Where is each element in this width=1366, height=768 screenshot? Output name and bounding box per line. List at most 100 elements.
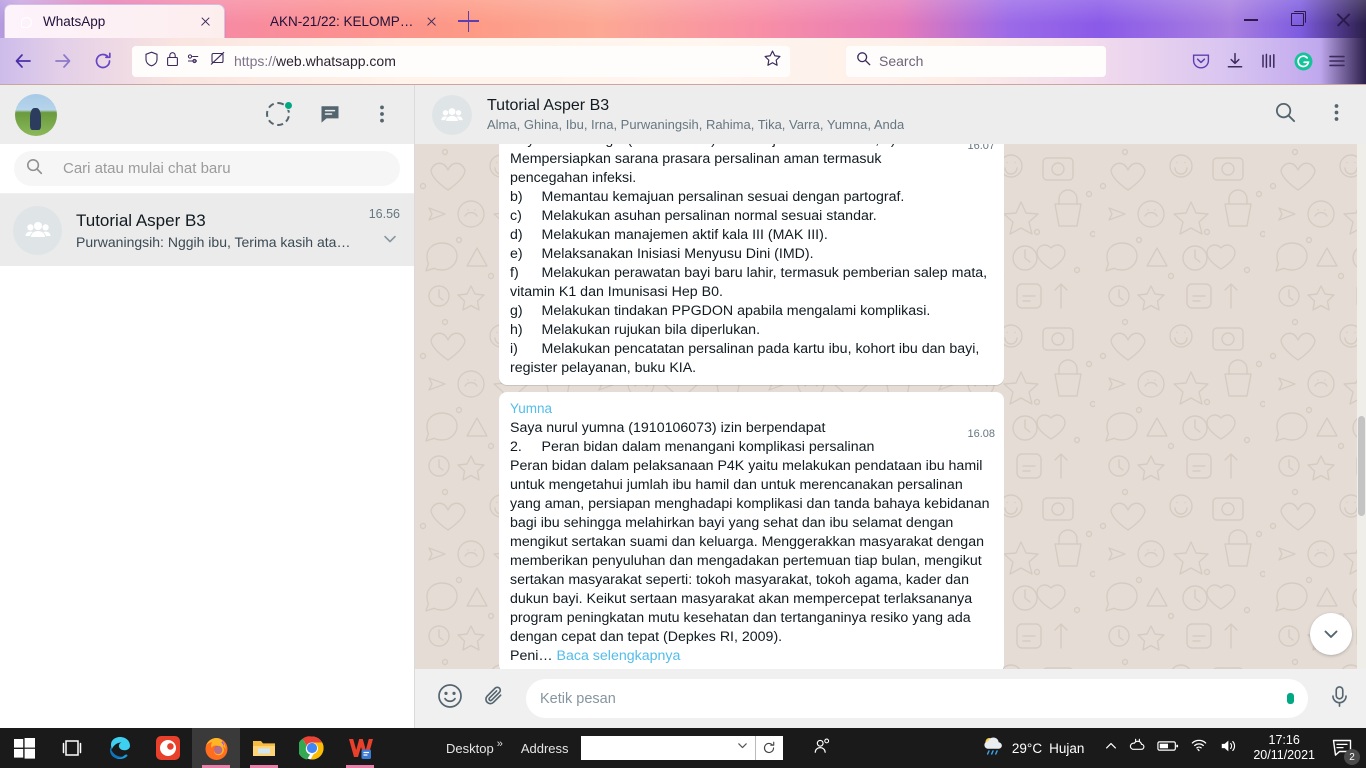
battery-icon[interactable] xyxy=(1157,739,1179,758)
whatsapp-icon xyxy=(17,13,34,30)
onedrive-icon[interactable] xyxy=(1129,737,1146,759)
gom-player-icon[interactable] xyxy=(144,728,192,768)
windows-taskbar: Desktop » Address 29°C Hujan 17:16 20/11… xyxy=(0,728,1366,768)
url-text: https://web.whatsapp.com xyxy=(234,53,396,69)
lock-icon[interactable] xyxy=(166,51,179,72)
grammarly-icon[interactable] xyxy=(1288,46,1318,76)
windows-start-icon[interactable] xyxy=(0,728,48,768)
star-icon[interactable] xyxy=(763,49,782,73)
message-input[interactable]: Ketik pesan xyxy=(526,679,1308,718)
tab-title: AKN-21/22: KELOMPOK B3 xyxy=(270,13,414,29)
clock-date: 20/11/2021 xyxy=(1253,748,1315,762)
search-icon[interactable] xyxy=(1274,101,1297,129)
group-avatar xyxy=(13,205,62,255)
rain-cloud-icon xyxy=(981,734,1005,763)
paperclip-icon[interactable] xyxy=(482,684,507,714)
close-icon[interactable] xyxy=(197,13,214,30)
message-list: 16.07 Saya Purwaningsi (1910106074) izin… xyxy=(415,144,1366,669)
pocket-icon[interactable] xyxy=(1186,46,1216,76)
wifi-icon[interactable] xyxy=(1190,738,1208,758)
kebab-menu-icon[interactable] xyxy=(1325,101,1348,129)
maximize-icon[interactable] xyxy=(1274,0,1320,38)
new-chat-icon[interactable] xyxy=(318,102,344,128)
microsoft-edge-icon[interactable] xyxy=(96,728,144,768)
weather-condition: Hujan xyxy=(1049,740,1085,756)
action-center-icon[interactable]: 2 xyxy=(1326,732,1360,765)
shield-icon[interactable] xyxy=(144,51,159,72)
downloads-icon[interactable] xyxy=(1220,46,1250,76)
chat-preview: Purwaningsih: Nggih ibu, Terima kasih at… xyxy=(76,233,355,250)
status-ring-icon[interactable] xyxy=(266,100,293,128)
desktop-toolbar-label[interactable]: Desktop xyxy=(446,741,494,756)
chevron-down-icon[interactable] xyxy=(736,739,749,757)
message-bubble[interactable]: Yumna 16.08 Saya nurul yumna (1910106073… xyxy=(499,392,1004,669)
conversation-header-actions xyxy=(1274,101,1348,129)
address-bar-input[interactable] xyxy=(580,736,756,760)
new-tab-button[interactable] xyxy=(458,10,480,32)
tracking-protection-off-icon[interactable] xyxy=(209,50,226,72)
message-bubble[interactable]: 16.07 Saya Purwaningsi (1910106074) izin… xyxy=(499,144,1004,385)
message-area: 16.07 Saya Purwaningsi (1910106074) izin… xyxy=(415,144,1366,669)
url-scheme: https:// xyxy=(234,53,277,69)
volume-icon[interactable] xyxy=(1219,738,1237,759)
browser-search-bar[interactable]: Search xyxy=(846,45,1106,77)
wps-office-icon[interactable] xyxy=(336,728,384,768)
conversation-panel: Tutorial Asper B3 Alma, Ghina, Ibu, Irna… xyxy=(415,85,1366,728)
browser-tab-whatsapp[interactable]: WhatsApp xyxy=(4,4,225,38)
group-avatar[interactable] xyxy=(432,94,472,135)
chat-list-item-tutorial-asper-b3[interactable]: Tutorial Asper B3 Purwaningsih: Nggih ib… xyxy=(0,194,414,266)
message-scrollbar[interactable] xyxy=(1357,144,1366,669)
browser-tab-kelompok-b3[interactable]: AKN-21/22: KELOMPOK B3 xyxy=(232,4,450,38)
window-controls xyxy=(1228,0,1366,38)
close-icon[interactable] xyxy=(423,13,440,30)
browser-toolbar-icons xyxy=(1186,46,1352,76)
close-icon[interactable] xyxy=(1320,0,1366,38)
reload-icon[interactable] xyxy=(86,44,120,78)
url-bar[interactable]: https://web.whatsapp.com xyxy=(132,45,790,77)
taskbar-apps xyxy=(0,728,384,768)
kebab-menu-icon[interactable] xyxy=(370,102,396,128)
url-host: web.whatsapp.com xyxy=(276,53,396,69)
browser-title-bar: WhatsApp AKN-21/22: KELOMPOK B3 xyxy=(0,0,1366,38)
conversation-header: Tutorial Asper B3 Alma, Ghina, Ibu, Irna… xyxy=(415,85,1366,144)
address-toolbar-label: Address xyxy=(520,740,569,756)
message-sender: Yumna xyxy=(510,401,553,416)
sidebar-header xyxy=(0,85,414,144)
minimize-icon[interactable] xyxy=(1228,0,1274,38)
file-explorer-icon[interactable] xyxy=(240,728,288,768)
chat-list: Tutorial Asper B3 Purwaningsih: Nggih ib… xyxy=(0,194,414,728)
people-icon[interactable] xyxy=(813,737,831,760)
sidebar-header-actions xyxy=(266,100,396,128)
message-input-placeholder: Ketik pesan xyxy=(540,690,616,707)
refresh-icon[interactable] xyxy=(755,736,783,760)
search-input[interactable]: Cari atau mulai chat baru xyxy=(14,151,400,186)
permissions-icon[interactable] xyxy=(186,51,202,72)
message-timestamp: 16.08 xyxy=(967,428,995,440)
scrollbar-thumb[interactable] xyxy=(1358,416,1365,516)
library-icon[interactable] xyxy=(1254,46,1284,76)
whatsapp-icon xyxy=(244,13,261,30)
toolbar-overflow-icon[interactable]: » xyxy=(497,738,503,750)
emoji-icon[interactable] xyxy=(437,683,463,714)
chevron-down-icon[interactable] xyxy=(380,229,400,254)
sidebar-search-row: Cari atau mulai chat baru xyxy=(0,144,414,194)
weather-widget[interactable]: 29°C Hujan xyxy=(981,734,1084,763)
read-more-link[interactable]: Baca selengkapnya xyxy=(557,648,681,664)
google-chrome-icon[interactable] xyxy=(288,728,336,768)
chevron-up-icon[interactable] xyxy=(1104,739,1118,758)
taskbar-clock[interactable]: 17:16 20/11/2021 xyxy=(1253,733,1315,763)
system-tray: 29°C Hujan 17:16 20/11/2021 2 xyxy=(981,732,1366,765)
microphone-icon[interactable] xyxy=(1327,684,1352,714)
scroll-to-bottom-button[interactable] xyxy=(1310,613,1352,655)
task-view-icon[interactable] xyxy=(48,728,96,768)
forward-arrow-icon[interactable] xyxy=(46,44,80,78)
browser-nav-bar: https://web.whatsapp.com Search xyxy=(0,38,1366,85)
tab-title: WhatsApp xyxy=(43,14,106,29)
firefox-icon[interactable] xyxy=(192,728,240,768)
message-text: Saya Purwaningsi (1910106074) izin menja… xyxy=(510,144,988,376)
user-avatar[interactable] xyxy=(15,93,57,136)
message-composer: Ketik pesan xyxy=(415,669,1366,728)
hamburger-menu-icon[interactable] xyxy=(1322,46,1352,76)
clock-time: 17:16 xyxy=(1268,733,1300,747)
back-arrow-icon[interactable] xyxy=(6,44,40,78)
